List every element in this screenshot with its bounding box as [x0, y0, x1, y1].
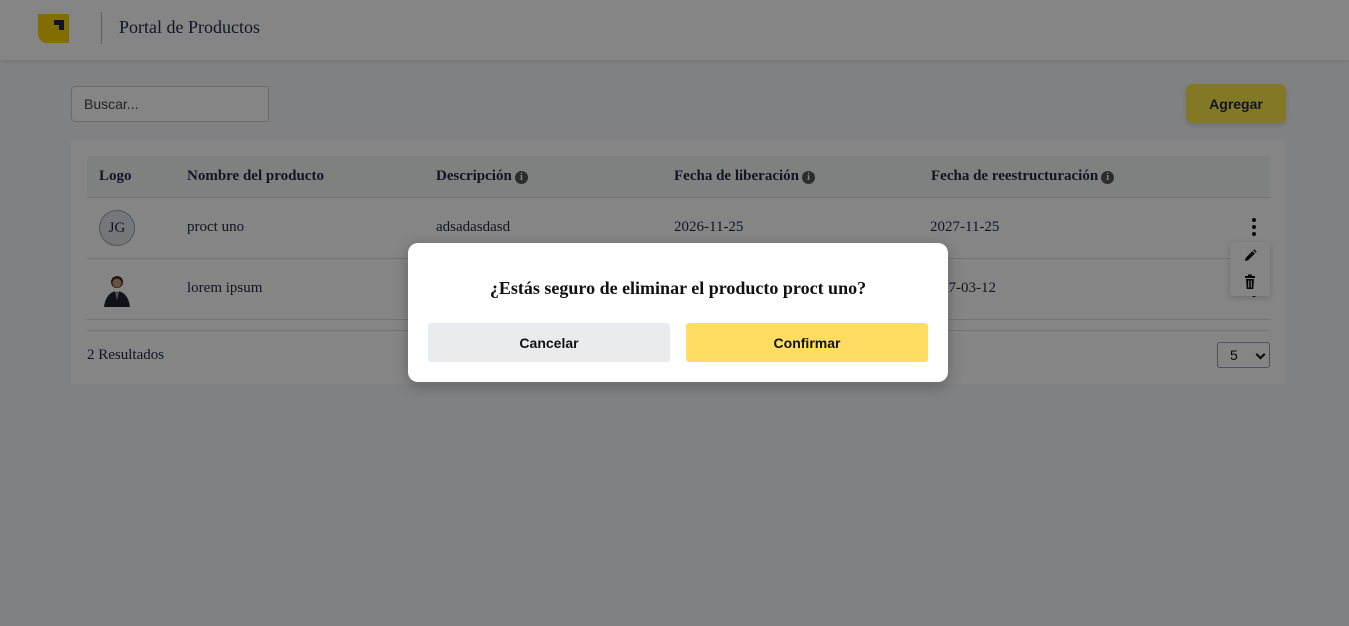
confirm-button[interactable]: Confirmar [686, 323, 928, 362]
cancel-button[interactable]: Cancelar [428, 323, 670, 362]
dialog-title: ¿Estás seguro de eliminar el producto pr… [489, 278, 867, 298]
delete-confirm-dialog: ¿Estás seguro de eliminar el producto pr… [408, 243, 948, 382]
